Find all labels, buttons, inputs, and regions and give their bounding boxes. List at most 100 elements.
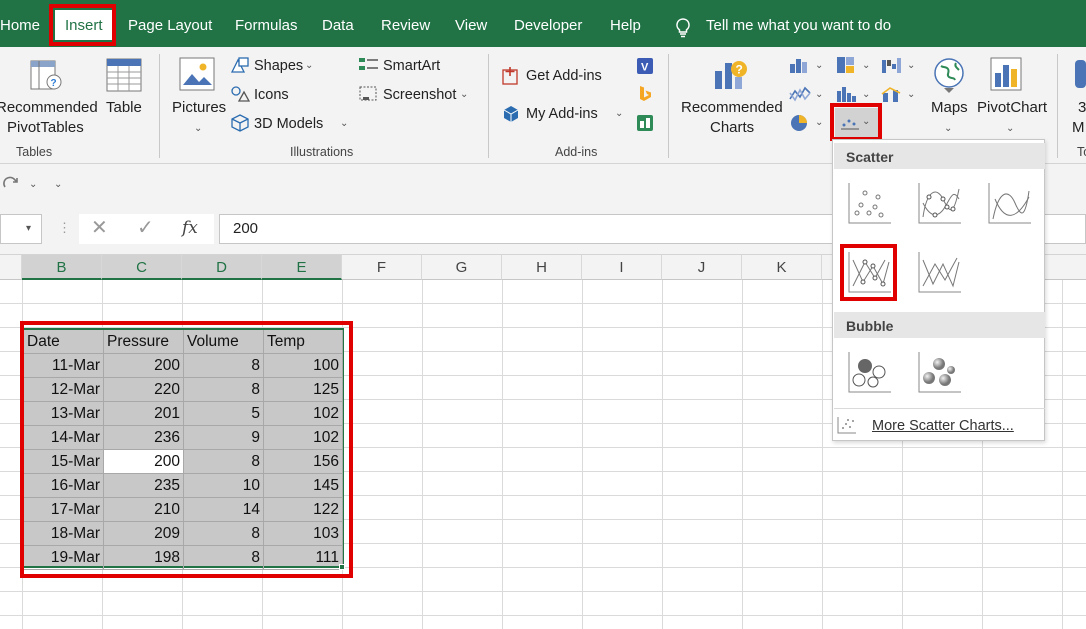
pie-chart-dropdown-caret[interactable]: ⌄ bbox=[815, 113, 823, 133]
waterfall-chart-icon[interactable] bbox=[881, 56, 903, 79]
cell-pressure[interactable]: 198 bbox=[104, 546, 184, 570]
table-button[interactable]: Table bbox=[106, 98, 142, 118]
tab-formulas[interactable]: Formulas bbox=[235, 17, 298, 34]
cell-volume[interactable]: 5 bbox=[184, 402, 264, 426]
cell-date[interactable]: 12-Mar bbox=[24, 378, 104, 402]
cell-pressure[interactable]: 236 bbox=[104, 426, 184, 450]
cell-temp[interactable]: 156 bbox=[264, 450, 343, 474]
scatter-option[interactable] bbox=[845, 179, 893, 227]
scatter-smooth-lines-option[interactable] bbox=[985, 179, 1033, 227]
column-chart-dropdown-caret[interactable]: ⌄ bbox=[815, 56, 823, 76]
scatter-smooth-lines-markers-option[interactable] bbox=[915, 179, 963, 227]
column-header-j[interactable]: J bbox=[662, 255, 742, 280]
cell-volume[interactable]: 8 bbox=[184, 354, 264, 378]
column-header-c[interactable]: C bbox=[102, 255, 182, 280]
tab-developer[interactable]: Developer bbox=[514, 17, 582, 34]
name-box[interactable]: ▾ bbox=[0, 214, 42, 244]
tab-home[interactable]: Home bbox=[0, 17, 40, 34]
cell-temp[interactable]: 103 bbox=[264, 522, 343, 546]
tab-insert[interactable]: Insert bbox=[55, 10, 113, 40]
pivotchart-button[interactable]: PivotChart bbox=[977, 98, 1047, 118]
combo-chart-dropdown-caret[interactable]: ⌄ bbox=[907, 85, 915, 105]
column-chart-icon[interactable] bbox=[789, 56, 811, 79]
recommended-charts-line2[interactable]: Charts bbox=[710, 118, 754, 138]
3d-models-dropdown-caret[interactable]: ⌄ bbox=[340, 114, 348, 134]
visio-icon[interactable]: V bbox=[636, 57, 654, 80]
column-header-g[interactable]: G bbox=[422, 255, 502, 280]
smartart-button[interactable]: SmartArt bbox=[383, 56, 440, 76]
recommended-charts-line1[interactable]: Recommended bbox=[681, 98, 783, 118]
pictures-dropdown-caret[interactable]: ⌄ bbox=[194, 119, 202, 139]
cancel-icon[interactable]: ✕ bbox=[91, 218, 108, 238]
cell-temp[interactable]: 122 bbox=[264, 498, 343, 522]
insert-function-icon[interactable]: fx bbox=[182, 218, 198, 238]
pivotchart-dropdown-caret[interactable]: ⌄ bbox=[1006, 119, 1014, 139]
name-box-dropdown-caret[interactable]: ▾ bbox=[26, 219, 31, 239]
maps-dropdown-caret[interactable]: ⌄ bbox=[944, 119, 952, 139]
tab-page-layout[interactable]: Page Layout bbox=[128, 17, 212, 34]
cell-date[interactable]: 15-Mar bbox=[24, 450, 104, 474]
3d-bubble-option[interactable] bbox=[915, 348, 963, 396]
bing-icon[interactable] bbox=[636, 85, 654, 108]
line-chart-dropdown-caret[interactable]: ⌄ bbox=[815, 85, 823, 105]
statistic-chart-icon[interactable] bbox=[836, 85, 858, 108]
cell-pressure[interactable]: 201 bbox=[104, 402, 184, 426]
hierarchy-chart-icon[interactable] bbox=[836, 56, 858, 79]
more-scatter-charts-link[interactable]: More Scatter Charts... bbox=[872, 416, 1014, 436]
tab-view[interactable]: View bbox=[455, 17, 487, 34]
statistic-chart-dropdown-caret[interactable]: ⌄ bbox=[862, 85, 870, 105]
cell-temp[interactable]: 102 bbox=[264, 426, 343, 450]
tell-me-search[interactable]: Tell me what you want to do bbox=[706, 17, 891, 34]
cell-volume[interactable]: 8 bbox=[184, 522, 264, 546]
cell-date[interactable]: 18-Mar bbox=[24, 522, 104, 546]
active-cell[interactable]: 200 bbox=[104, 450, 184, 474]
enter-icon[interactable]: ✓ bbox=[137, 218, 154, 238]
icons-button[interactable]: Icons bbox=[254, 85, 289, 105]
header-cell-pressure[interactable]: Pressure bbox=[104, 330, 184, 354]
cell-date[interactable]: 11-Mar bbox=[24, 354, 104, 378]
pictures-button[interactable]: Pictures bbox=[172, 98, 226, 118]
cell-pressure[interactable]: 200 bbox=[104, 354, 184, 378]
cell-date[interactable]: 14-Mar bbox=[24, 426, 104, 450]
shapes-dropdown-caret[interactable]: ⌄ bbox=[305, 56, 313, 76]
shapes-button[interactable]: Shapes bbox=[254, 56, 303, 76]
recommended-pivottables-line2[interactable]: PivotTables bbox=[7, 118, 84, 138]
fill-handle[interactable] bbox=[339, 564, 345, 570]
cell-date[interactable]: 19-Mar bbox=[24, 546, 104, 570]
scatter-straight-lines-option[interactable] bbox=[915, 248, 963, 296]
header-cell-date[interactable]: Date bbox=[24, 330, 104, 354]
tab-data[interactable]: Data bbox=[322, 17, 354, 34]
cell-temp[interactable]: 145 bbox=[264, 474, 343, 498]
header-cell-temp[interactable]: Temp bbox=[264, 330, 343, 354]
waterfall-chart-dropdown-caret[interactable]: ⌄ bbox=[907, 56, 915, 76]
combo-chart-icon[interactable] bbox=[881, 85, 903, 108]
screenshot-dropdown-caret[interactable]: ⌄ bbox=[460, 85, 468, 105]
select-all-corner[interactable] bbox=[0, 255, 22, 280]
cell-date[interactable]: 17-Mar bbox=[24, 498, 104, 522]
column-header-d[interactable]: D bbox=[182, 255, 262, 280]
cell-date[interactable]: 13-Mar bbox=[24, 402, 104, 426]
column-header-e[interactable]: E bbox=[262, 255, 342, 280]
cell-temp[interactable]: 111 bbox=[264, 546, 343, 570]
3d-models-button[interactable]: 3D Models bbox=[254, 114, 323, 134]
line-chart-icon[interactable] bbox=[789, 85, 811, 108]
cell-volume[interactable]: 8 bbox=[184, 546, 264, 570]
customize-qat-button[interactable]: ⌄ bbox=[54, 175, 62, 195]
column-header-h[interactable]: H bbox=[502, 255, 582, 280]
tab-review[interactable]: Review bbox=[381, 17, 430, 34]
column-header-b[interactable]: B bbox=[22, 255, 102, 280]
cell-volume[interactable]: 10 bbox=[184, 474, 264, 498]
tab-help[interactable]: Help bbox=[610, 17, 641, 34]
get-add-ins-button[interactable]: Get Add-ins bbox=[526, 66, 602, 86]
cell-volume[interactable]: 14 bbox=[184, 498, 264, 522]
people-graph-icon[interactable] bbox=[636, 114, 654, 137]
scatter-chart-dropdown-caret[interactable]: ⌄ bbox=[862, 112, 870, 132]
cell-volume[interactable]: 8 bbox=[184, 378, 264, 402]
cell-temp[interactable]: 102 bbox=[264, 402, 343, 426]
maps-button[interactable]: Maps bbox=[931, 98, 968, 118]
cell-volume[interactable]: 8 bbox=[184, 450, 264, 474]
scatter-chart-button[interactable]: ⌄ bbox=[835, 108, 879, 138]
redo-icon[interactable] bbox=[2, 174, 20, 197]
cell-pressure[interactable]: 220 bbox=[104, 378, 184, 402]
column-header-k[interactable]: K bbox=[742, 255, 822, 280]
